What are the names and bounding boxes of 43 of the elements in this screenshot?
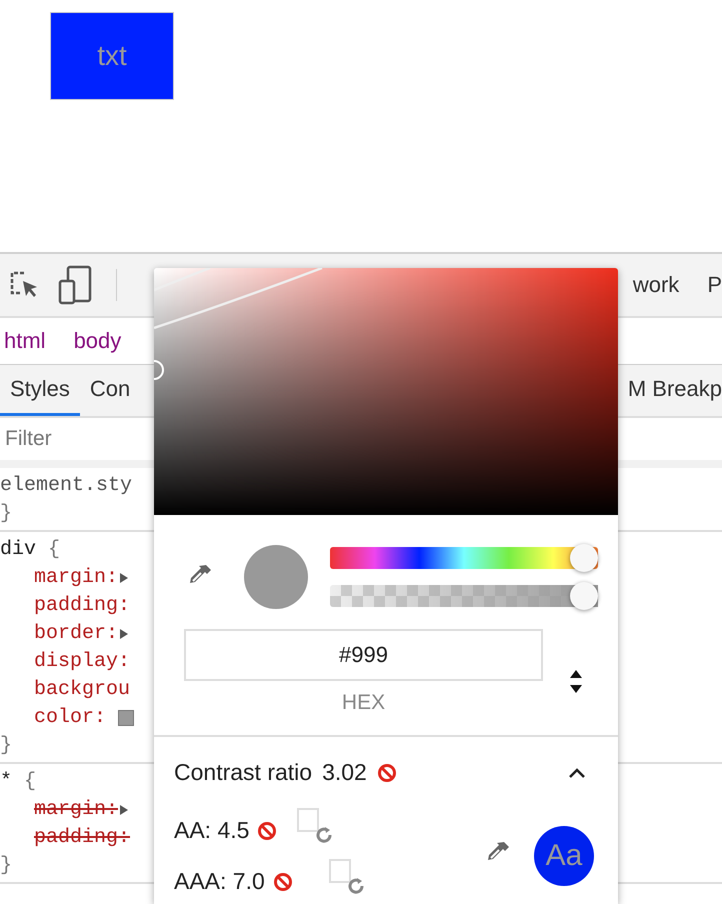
brace: } <box>0 854 12 877</box>
panel-tab[interactable]: M Breakp <box>618 365 722 416</box>
device-toolbar-icon[interactable] <box>58 265 92 305</box>
brace: } <box>0 734 12 757</box>
breadcrumb[interactable]: html <box>4 328 46 354</box>
threshold-label: AAA: 7.0 <box>174 868 265 895</box>
brace: } <box>0 502 12 525</box>
hex-field[interactable]: #999 <box>184 629 543 682</box>
selector: * <box>0 770 12 793</box>
demo-box: txt <box>50 12 174 100</box>
expand-icon[interactable] <box>120 805 128 815</box>
property-name: margin: <box>34 797 118 823</box>
format-toggle-icon[interactable] <box>569 669 583 696</box>
contrast-value: 3.02 <box>322 759 367 786</box>
property-name: color: <box>34 705 106 731</box>
breadcrumb[interactable]: body <box>74 328 122 354</box>
text-preview: Aa <box>534 826 594 886</box>
expand-icon[interactable] <box>120 629 128 639</box>
panel-tab[interactable]: Con <box>80 365 140 416</box>
hue-slider[interactable] <box>330 547 598 570</box>
devtools-tab[interactable]: work <box>632 272 680 298</box>
collapse-icon[interactable] <box>568 766 586 778</box>
slider-thumb[interactable] <box>570 544 598 572</box>
property-name: backgrou <box>34 677 130 703</box>
expand-icon[interactable] <box>120 573 128 583</box>
alpha-slider[interactable] <box>330 585 598 608</box>
brace: { <box>23 770 36 793</box>
devtools-tab[interactable]: P <box>707 272 722 298</box>
panel-tab[interactable]: Styles <box>0 365 80 416</box>
selector: div <box>0 538 36 561</box>
property-name: margin: <box>34 565 118 591</box>
selector: element.sty <box>0 474 132 497</box>
slider-thumb[interactable] <box>570 582 598 610</box>
threshold-label: AA: 4.5 <box>174 817 250 844</box>
format-label: HEX <box>342 691 386 716</box>
property-name: border: <box>34 621 118 647</box>
contrast-label: Contrast ratio <box>174 759 312 786</box>
brace: { <box>47 538 60 561</box>
property-name: padding: <box>34 825 130 851</box>
property-name: display: <box>34 649 130 675</box>
property-name: padding: <box>34 593 130 619</box>
color-swatch[interactable] <box>118 710 134 726</box>
color-field[interactable] <box>154 268 618 516</box>
